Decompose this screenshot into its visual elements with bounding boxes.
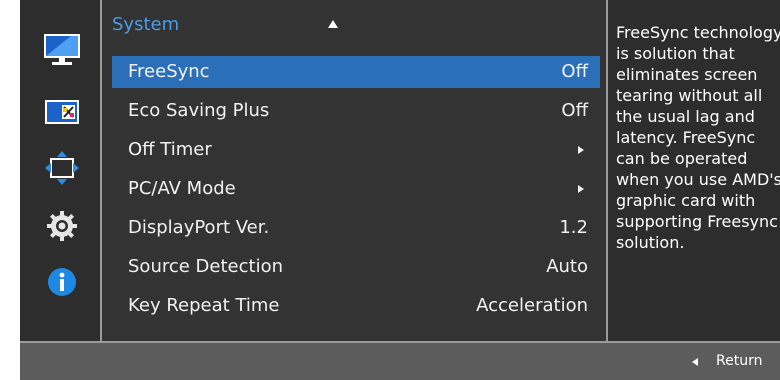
help-description-panel: FreeSync technology is solution that eli… [608,0,780,341]
menu-item-eco-saving-plus[interactable]: Eco Saving Plus Off [112,95,600,127]
menu-item-key-repeat-time[interactable]: Key Repeat Time Acceleration [112,290,600,322]
menu-item-label: Off Timer [128,139,212,160]
menu-item-value: Off [561,100,588,121]
menu-item-pc-av-mode[interactable]: PC/AV Mode [112,173,600,205]
onscreen-display-icon[interactable] [42,92,82,132]
menu-item-label: Source Detection [128,256,283,277]
menu-item-displayport-ver[interactable]: DisplayPort Ver. 1.2 [112,212,600,244]
menu-item-label: FreeSync [128,61,210,82]
help-description-text: FreeSync technology is solution that eli… [616,23,780,252]
menu-item-value: Acceleration [476,295,588,316]
return-button[interactable]: Return [716,353,762,369]
submenu-arrow-icon [578,185,584,193]
menu-item-freesync[interactable]: FreeSync Off [112,56,600,88]
menu-item-value: Off [561,61,588,82]
scroll-up-arrow-icon [328,20,338,28]
menu-item-label: Eco Saving Plus [128,100,270,121]
submenu-arrow-icon [578,146,584,154]
system-menu: System FreeSync Off Eco Saving Plus Off … [102,0,606,341]
footer-bar: Return [20,343,780,380]
menu-title: System [112,14,180,35]
information-icon[interactable] [42,262,82,302]
menu-item-value: 1.2 [559,217,588,238]
menu-item-label: PC/AV Mode [128,178,236,199]
picture-icon[interactable] [42,30,82,70]
menu-item-source-detection[interactable]: Source Detection Auto [112,251,600,283]
menu-item-label: DisplayPort Ver. [128,217,270,238]
osd-menu: System FreeSync Off Eco Saving Plus Off … [20,0,780,380]
menu-item-label: Key Repeat Time [128,295,280,316]
return-arrow-icon [692,358,698,366]
system-gear-icon[interactable] [42,206,82,246]
position-icon[interactable] [42,148,82,188]
menu-item-value: Auto [546,256,588,277]
menu-item-off-timer[interactable]: Off Timer [112,134,600,166]
category-sidebar [20,0,100,342]
